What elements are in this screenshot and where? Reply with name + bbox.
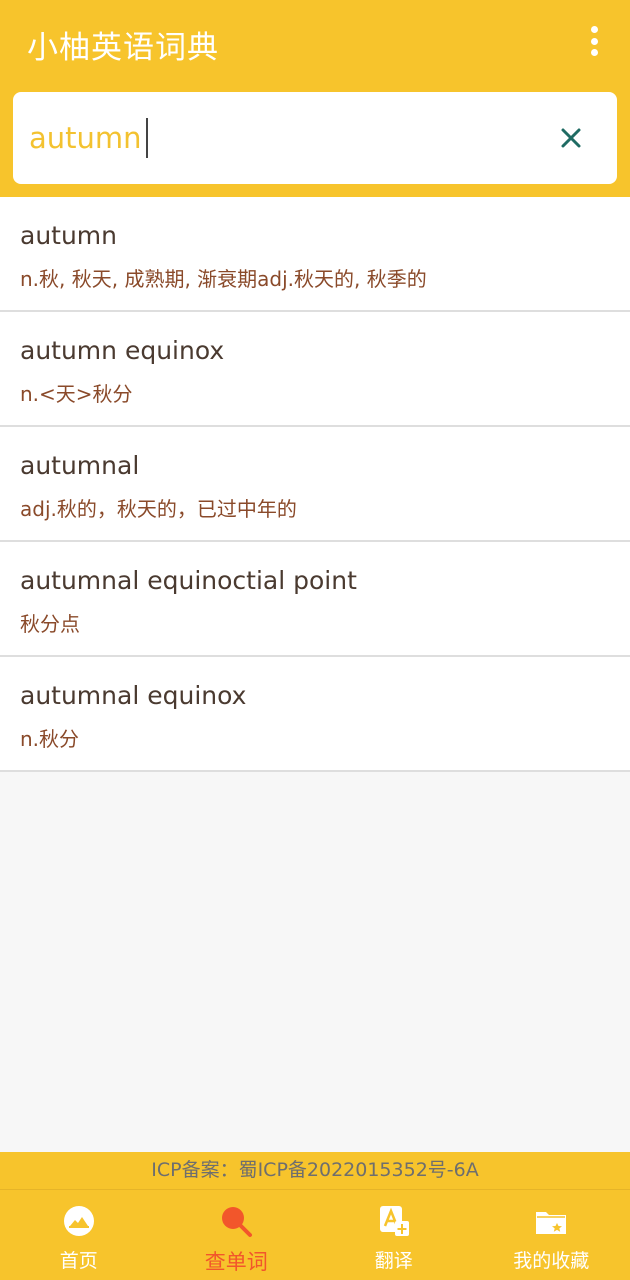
nav-item-favorites[interactable]: 我的收藏 bbox=[473, 1190, 630, 1280]
result-definition: n.秋, 秋天, 成熟期, 渐衰期adj.秋天的, 秋季的 bbox=[20, 267, 427, 291]
menu-dot bbox=[590, 49, 598, 56]
text-cursor bbox=[146, 118, 148, 158]
nav-label: 翻译 bbox=[374, 1250, 413, 1272]
menu-dot bbox=[590, 37, 598, 45]
result-row[interactable]: autumnal equinoctial point 秋分点 bbox=[0, 542, 630, 657]
result-row[interactable]: autumnal adj.秋的，秋天的，已过中年的 bbox=[0, 427, 630, 542]
menu-dot bbox=[590, 26, 598, 33]
nav-item-translate[interactable]: 翻译 bbox=[315, 1190, 473, 1280]
nav-label: 首页 bbox=[59, 1250, 98, 1272]
nav-label: 我的收藏 bbox=[513, 1250, 590, 1272]
result-definition: n.秋分 bbox=[20, 727, 80, 751]
close-icon bbox=[561, 128, 581, 148]
bottom-nav: 首页 查单词 翻译 我的收藏 bbox=[0, 1189, 630, 1280]
more-menu-icon[interactable] bbox=[583, 26, 605, 56]
result-word: autumnal equinox bbox=[20, 681, 247, 710]
app-title: 小柚英语词典 bbox=[27, 30, 219, 66]
nav-item-home[interactable]: 首页 bbox=[0, 1190, 158, 1280]
icp-notice[interactable]: ICP备案：蜀ICP备2022015352号-6A bbox=[0, 1152, 630, 1189]
translate-icon bbox=[377, 1204, 411, 1238]
result-word: autumnal equinoctial point bbox=[20, 566, 357, 595]
app-bar: 小柚英语词典 bbox=[0, 0, 630, 197]
result-row[interactable]: autumn equinox n.<天>秋分 bbox=[0, 312, 630, 427]
search-word-icon bbox=[219, 1204, 253, 1238]
nav-label: 查单词 bbox=[204, 1250, 268, 1274]
result-list: autumn n.秋, 秋天, 成熟期, 渐衰期adj.秋天的, 秋季的 aut… bbox=[0, 197, 630, 772]
result-row[interactable]: autumn n.秋, 秋天, 成熟期, 渐衰期adj.秋天的, 秋季的 bbox=[0, 197, 630, 312]
result-row[interactable]: autumnal equinox n.秋分 bbox=[0, 657, 630, 772]
home-icon bbox=[62, 1204, 96, 1238]
result-word: autumn bbox=[20, 221, 118, 250]
result-word: autumnal bbox=[20, 451, 140, 480]
result-definition: 秋分点 bbox=[20, 612, 80, 636]
favorites-icon bbox=[534, 1204, 568, 1238]
search-box bbox=[13, 92, 617, 184]
result-definition: adj.秋的，秋天的，已过中年的 bbox=[20, 497, 297, 521]
result-definition: n.<天>秋分 bbox=[20, 382, 133, 406]
result-word: autumn equinox bbox=[20, 336, 225, 365]
nav-item-lookup[interactable]: 查单词 bbox=[158, 1190, 316, 1280]
search-input[interactable] bbox=[29, 116, 529, 160]
clear-search-button[interactable] bbox=[549, 116, 593, 160]
